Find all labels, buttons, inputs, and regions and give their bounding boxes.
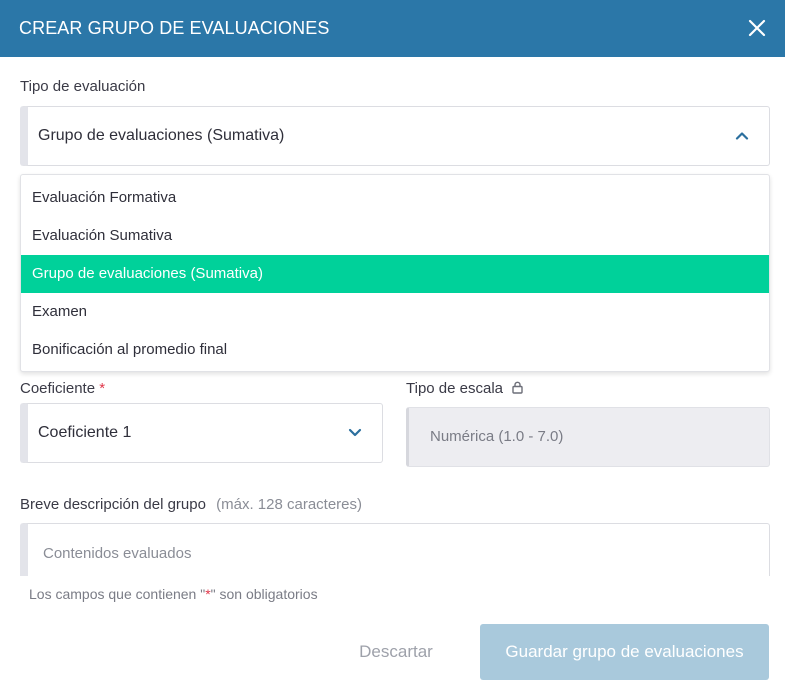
required-fields-note: Los campos que contienen "*" son obligat… bbox=[29, 586, 318, 602]
chevron-down-icon bbox=[348, 424, 362, 442]
description-label: Breve descripción del grupo (máx. 128 ca… bbox=[20, 496, 362, 513]
dialog-header: CREAR GRUPO DE EVALUACIONES bbox=[0, 0, 785, 57]
footnote-suffix: " son obligatorios bbox=[210, 586, 318, 602]
evaluation-type-select[interactable]: Grupo de evaluaciones (Sumativa) bbox=[20, 106, 770, 166]
discard-button[interactable]: Descartar bbox=[345, 625, 447, 679]
evaluation-type-dropdown: Evaluación Formativa Evaluación Sumativa… bbox=[20, 174, 770, 372]
coefficient-value: Coeficiente 1 bbox=[38, 424, 132, 441]
option-grupo-evaluaciones[interactable]: Grupo de evaluaciones (Sumativa) bbox=[21, 255, 769, 293]
scale-type-field: Numérica (1.0 - 7.0) bbox=[406, 407, 770, 467]
description-textarea[interactable]: Contenidos evaluados bbox=[20, 523, 770, 576]
scale-type-label: Tipo de escala bbox=[406, 380, 523, 398]
evaluation-type-label: Tipo de evaluación bbox=[20, 78, 146, 95]
required-mark: * bbox=[99, 380, 106, 397]
coefficient-label-text: Coeficiente bbox=[20, 380, 96, 397]
lock-icon bbox=[512, 381, 523, 398]
option-bonificacion[interactable]: Bonificación al promedio final bbox=[21, 331, 769, 369]
close-icon bbox=[748, 19, 766, 37]
footnote-prefix: Los campos que contienen " bbox=[29, 586, 206, 602]
scale-type-label-text: Tipo de escala bbox=[406, 380, 504, 397]
coefficient-select[interactable]: Coeficiente 1 bbox=[20, 403, 383, 463]
description-hint: (máx. 128 caracteres) bbox=[216, 496, 363, 513]
evaluation-type-value: Grupo de evaluaciones (Sumativa) bbox=[38, 127, 285, 144]
close-button[interactable] bbox=[747, 18, 767, 38]
chevron-up-icon bbox=[735, 127, 749, 145]
description-label-text: Breve descripción del grupo bbox=[20, 496, 206, 513]
option-evaluacion-formativa[interactable]: Evaluación Formativa bbox=[21, 179, 769, 217]
scale-type-value: Numérica (1.0 - 7.0) bbox=[430, 428, 564, 445]
option-evaluacion-sumativa[interactable]: Evaluación Sumativa bbox=[21, 217, 769, 255]
coefficient-label: Coeficiente * bbox=[20, 380, 105, 397]
save-group-button[interactable]: Guardar grupo de evaluaciones bbox=[480, 624, 769, 680]
dialog-title: CREAR GRUPO DE EVALUACIONES bbox=[19, 18, 330, 38]
description-placeholder: Contenidos evaluados bbox=[43, 545, 192, 562]
option-examen[interactable]: Examen bbox=[21, 293, 769, 331]
